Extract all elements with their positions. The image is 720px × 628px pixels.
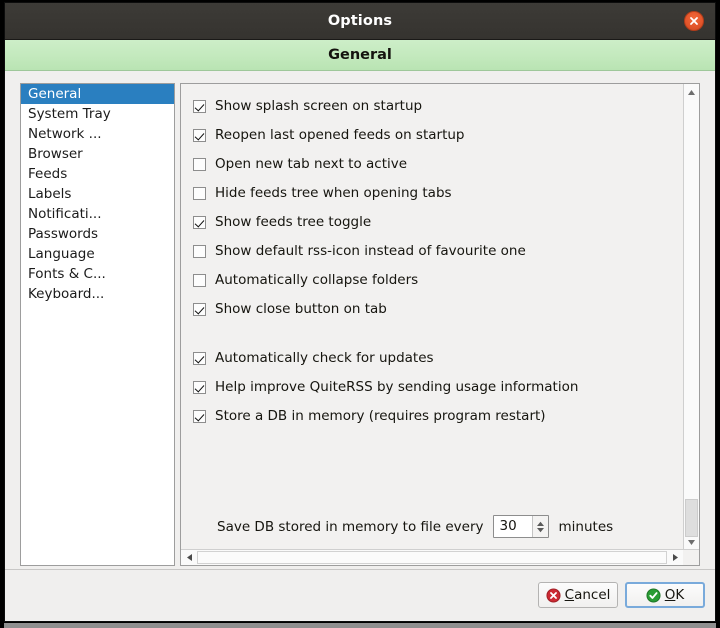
checkbox-label: Automatically check for updates <box>215 350 434 366</box>
ok-button[interactable]: OK <box>625 582 705 608</box>
sidebar-item-label: Feeds <box>28 166 68 182</box>
checkbox-row[interactable]: Reopen last opened feeds on startup <box>193 125 465 145</box>
scroll-down-arrow-glyph <box>688 539 695 545</box>
sidebar-item-fonts-c[interactable]: Fonts & C... <box>21 264 174 284</box>
checkbox-label: Reopen last opened feeds on startup <box>215 127 465 143</box>
spin-buttons[interactable] <box>531 516 548 537</box>
ok-accel: O <box>664 587 676 603</box>
checkbox-row[interactable]: Automatically check for updates <box>193 348 434 368</box>
sidebar-item-browser[interactable]: Browser <box>21 144 174 164</box>
checkbox-label: Open new tab next to active <box>215 156 408 172</box>
window-bottom-shadow <box>4 623 716 628</box>
scroll-up-arrow-icon[interactable] <box>684 84 699 100</box>
checkbox-label: Show default rss-icon instead of favouri… <box>215 243 526 259</box>
dialog-body: General System Tray Network ... Browser Feed… <box>5 71 715 569</box>
scrollbar-corner <box>683 550 699 565</box>
window-title: Options <box>327 13 393 29</box>
scroll-left-arrow-glyph <box>186 554 192 561</box>
checkbox-unchecked-icon[interactable] <box>193 244 206 258</box>
sidebar-item-labels[interactable]: Labels <box>21 184 174 204</box>
checkbox-label: Help improve QuiteRSS by sending usage i… <box>215 379 579 395</box>
save-db-interval-stepper[interactable]: 30 <box>492 515 549 538</box>
sidebar-item-label: Fonts & C... <box>28 266 106 282</box>
checkbox-label: Show close button on tab <box>215 301 387 317</box>
checkbox-label: Automatically collapse folders <box>215 272 419 288</box>
sidebar-item-label: System Tray <box>28 106 111 122</box>
sidebar-item-network[interactable]: Network ... <box>21 124 174 144</box>
scroll-left-arrow-icon[interactable] <box>181 550 197 565</box>
sidebar-item-keyboard[interactable]: Keyboard... <box>21 284 174 304</box>
sidebar-item-label: Passwords <box>28 226 99 242</box>
sidebar-item-label: Keyboard... <box>28 286 105 302</box>
checkbox-row[interactable]: Show default rss-icon instead of favouri… <box>193 241 526 261</box>
checkbox-row[interactable]: Hide feeds tree when opening tabs <box>193 183 452 203</box>
sidebar-item-general[interactable]: General <box>21 84 174 104</box>
sidebar-item-label: Notificati... <box>28 206 102 222</box>
vertical-scrollbar-thumb[interactable] <box>685 499 698 537</box>
scroll-right-arrow-glyph <box>672 554 678 561</box>
checkbox-row[interactable]: Show feeds tree toggle <box>193 212 371 232</box>
cancel-button-label: Cancel <box>565 587 611 603</box>
sidebar-item-system-tray[interactable]: System Tray <box>21 104 174 124</box>
cancel-x-icon <box>546 587 561 603</box>
save-db-interval-suffix: minutes <box>558 518 614 535</box>
titlebar: Options <box>5 3 715 40</box>
sidebar-item-feeds[interactable]: Feeds <box>21 164 174 184</box>
checkbox-row[interactable]: Help improve QuiteRSS by sending usage i… <box>193 377 578 397</box>
checkbox-row[interactable]: Open new tab next to active <box>193 154 407 174</box>
ok-check-icon <box>646 587 661 603</box>
close-x-glyph <box>690 17 698 25</box>
ok-button-label: OK <box>665 587 685 603</box>
scroll-up-arrow-glyph <box>688 89 695 95</box>
save-db-interval-value[interactable]: 30 <box>494 516 532 537</box>
checkbox-checked-icon[interactable] <box>193 215 206 229</box>
checkbox-checked-icon[interactable] <box>193 302 206 316</box>
cancel-accel: C <box>564 587 575 603</box>
horizontal-scrollbar-thumb[interactable] <box>197 551 667 564</box>
checkbox-unchecked-icon[interactable] <box>193 157 206 171</box>
horizontal-scrollbar[interactable] <box>181 549 699 565</box>
save-db-interval-row: Save DB stored in memory to file every 30… <box>217 515 613 538</box>
scroll-right-arrow-icon[interactable] <box>667 550 683 565</box>
settings-panel: Show splash screen on startup Reopen last… <box>180 83 700 566</box>
sidebar-item-notificati[interactable]: Notificati... <box>21 204 174 224</box>
checkbox-label: Show splash screen on startup <box>215 98 423 114</box>
sidebar-item-label: Labels <box>28 186 72 202</box>
sidebar-item-passwords[interactable]: Passwords <box>21 224 174 244</box>
checkbox-checked-icon[interactable] <box>193 99 206 113</box>
checkbox-row[interactable]: Automatically collapse folders <box>193 270 418 290</box>
cancel-button[interactable]: Cancel <box>538 582 618 608</box>
general-settings-view: Show splash screen on startup Reopen last… <box>181 84 684 550</box>
page-title: General <box>328 47 392 63</box>
settings-category-list[interactable]: General System Tray Network ... Browser Feed… <box>20 83 175 566</box>
checkbox-row[interactable]: Store a DB in memory (requires program r… <box>193 406 546 426</box>
checkbox-unchecked-icon[interactable] <box>193 273 206 287</box>
sidebar-item-label: General <box>28 86 82 102</box>
page-header-band: General <box>5 40 715 71</box>
checkbox-label: Hide feeds tree when opening tabs <box>215 185 452 201</box>
checkbox-row[interactable]: Show splash screen on startup <box>193 96 422 116</box>
scroll-down-arrow-icon[interactable] <box>684 534 699 550</box>
checkbox-label: Show feeds tree toggle <box>215 214 372 230</box>
sidebar-item-label: Network ... <box>28 126 102 142</box>
sidebar-item-language[interactable]: Language <box>21 244 174 264</box>
ok-label-rest: K <box>675 587 685 603</box>
options-dialog-window: Options General General System Tray Networ… <box>0 0 720 628</box>
checkbox-checked-icon[interactable] <box>193 380 206 394</box>
checkbox-checked-icon[interactable] <box>193 128 206 142</box>
cancel-label-rest: ancel <box>574 587 611 603</box>
checkbox-unchecked-icon[interactable] <box>193 186 206 200</box>
save-db-interval-label: Save DB stored in memory to file every <box>217 518 484 535</box>
sidebar-item-label: Language <box>28 246 95 262</box>
spin-down-arrow-icon[interactable] <box>536 527 545 533</box>
checkbox-row[interactable]: Show close button on tab <box>193 299 387 319</box>
dialog-frame: Options General General System Tray Networ… <box>4 2 716 622</box>
close-icon[interactable] <box>684 11 704 31</box>
sidebar-item-label: Browser <box>28 146 83 162</box>
checkbox-checked-icon[interactable] <box>193 351 206 365</box>
checkbox-checked-icon[interactable] <box>193 409 206 423</box>
dialog-footer: Cancel OK <box>5 569 715 621</box>
vertical-scrollbar[interactable] <box>683 84 699 550</box>
checkbox-label: Store a DB in memory (requires program r… <box>215 408 546 424</box>
